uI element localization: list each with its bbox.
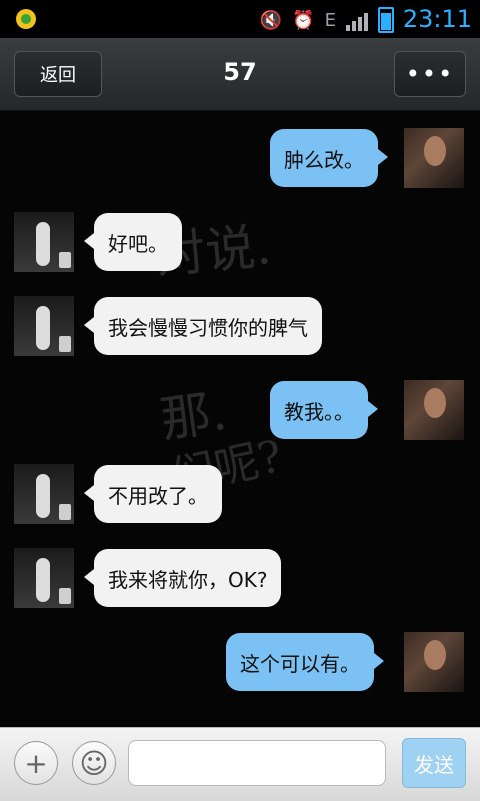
avatar-contact[interactable] bbox=[14, 548, 74, 608]
chat-title: 57 bbox=[223, 58, 257, 86]
chat-header: 返回 57 ••• bbox=[0, 38, 480, 111]
plus-icon[interactable]: + bbox=[14, 741, 58, 785]
avatar-contact[interactable] bbox=[14, 212, 74, 272]
avatar-contact[interactable] bbox=[14, 296, 74, 356]
status-bar: 🔇 ⏰ E 23:11 bbox=[0, 0, 480, 38]
status-icons: 🔇 ⏰ E bbox=[260, 7, 394, 33]
alarm-icon: ⏰ bbox=[292, 9, 315, 31]
avatar-self[interactable] bbox=[404, 380, 464, 440]
message-bubble-received[interactable]: 不用改了。 bbox=[84, 465, 222, 523]
message-bubble-sent[interactable]: 这个可以有。 bbox=[226, 633, 384, 691]
message-bubble-received[interactable]: 我来将就你，OK? bbox=[83, 549, 282, 607]
clock: 23:11 bbox=[402, 5, 472, 33]
message-input[interactable] bbox=[128, 740, 386, 786]
message-bubble-sent[interactable]: 肿么改。 bbox=[270, 129, 388, 187]
send-button[interactable]: 发送 bbox=[402, 738, 466, 788]
message-bubble-received[interactable]: 我会慢慢习惯你的脾气 bbox=[84, 297, 322, 355]
avatar-self[interactable] bbox=[404, 128, 464, 188]
emoji-icon[interactable]: ☺ bbox=[72, 741, 116, 785]
network-type: E bbox=[324, 9, 336, 31]
more-options-button[interactable]: ••• bbox=[394, 51, 466, 97]
avatar-contact[interactable] bbox=[14, 464, 74, 524]
avatar-self[interactable] bbox=[404, 632, 464, 692]
message-input-bar: + ☺ 发送 bbox=[0, 727, 480, 801]
mute-icon: 🔇 bbox=[259, 9, 283, 31]
signal-icon bbox=[346, 9, 368, 31]
message-bubble-received[interactable]: 好吧。 bbox=[84, 213, 182, 271]
battery-icon bbox=[378, 7, 394, 33]
message-bubble-sent[interactable]: 教我。。 bbox=[270, 381, 378, 439]
chat-area[interactable]: 对说. 那. 们呢? 肿么改。 好吧。 我会慢慢习惯你的脾气 教我。。 不用改了… bbox=[0, 111, 480, 727]
back-button[interactable]: 返回 bbox=[14, 51, 102, 97]
app-notification-icon bbox=[16, 9, 36, 29]
